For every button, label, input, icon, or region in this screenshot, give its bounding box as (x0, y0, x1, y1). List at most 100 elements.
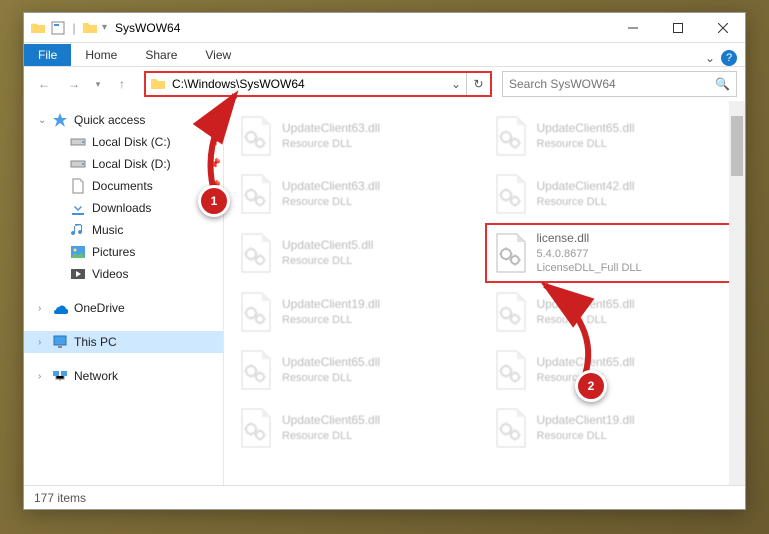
folder-icon (150, 76, 166, 92)
file-detail: Resource DLL (537, 137, 635, 151)
pin-icon: 📌 (209, 159, 221, 170)
sidebar-onedrive[interactable]: ›OneDrive (24, 297, 223, 319)
file-item[interactable]: UpdateClient63.dllResource DLL (230, 107, 485, 165)
maximize-button[interactable] (655, 13, 700, 43)
file-name: UpdateClient65.dll (537, 297, 635, 313)
refresh-button[interactable]: ↻ (466, 73, 490, 95)
file-item[interactable]: UpdateClient65.dllResource DLL (485, 341, 740, 399)
file-item[interactable]: UpdateClient19.dllResource DLL (230, 283, 485, 341)
help-icon[interactable]: ? (721, 50, 737, 66)
documents-icon (70, 178, 86, 194)
address-path[interactable]: C:\Windows\SysWOW64 (170, 77, 446, 91)
sidebar-this-pc[interactable]: ›This PC (24, 331, 223, 353)
file-item[interactable]: UpdateClient19.dllResource DLL (485, 399, 740, 457)
file-item[interactable]: UpdateClient65.dllResource DLL (485, 283, 740, 341)
qa-separator: | (70, 21, 78, 35)
expand-icon[interactable]: › (38, 303, 41, 314)
file-item[interactable]: license.dll5.4.0.8677LicenseDLL_Full DLL (485, 223, 740, 283)
drive-icon (70, 134, 86, 150)
file-detail: Resource DLL (282, 371, 380, 385)
onedrive-icon (52, 300, 68, 316)
ribbon-expand-icon[interactable]: ⌄ (705, 51, 715, 65)
nav-back-button[interactable]: ← (32, 72, 56, 96)
tab-view[interactable]: View (191, 44, 245, 66)
callout-2: 2 (575, 370, 607, 402)
file-name: UpdateClient65.dll (282, 355, 380, 371)
qa-dropdown-icon[interactable]: ▾ (102, 22, 107, 33)
sidebar-item-documents[interactable]: Documents📌 (24, 175, 223, 197)
file-detail: Resource DLL (282, 195, 380, 209)
file-item[interactable]: UpdateClient65.dllResource DLL (230, 399, 485, 457)
file-item[interactable]: UpdateClient5.dllResource DLL (230, 223, 485, 283)
file-info: UpdateClient5.dllResource DLL (282, 238, 373, 268)
search-box[interactable]: 🔍 (502, 71, 737, 97)
nav-recent-dropdown[interactable]: ▾ (92, 72, 104, 96)
folder-icon (30, 20, 46, 36)
new-folder-icon[interactable] (82, 20, 98, 36)
callout-1: 1 (198, 185, 230, 217)
file-list[interactable]: UpdateClient63.dllResource DLLUpdateClie… (224, 101, 745, 485)
address-bar[interactable]: C:\Windows\SysWOW64 ⌄ ↻ (144, 71, 492, 97)
pin-icon: 📌 (209, 137, 221, 148)
file-detail: Resource DLL (537, 195, 635, 209)
file-name: UpdateClient65.dll (282, 413, 380, 429)
file-info: UpdateClient65.dllResource DLL (282, 355, 380, 385)
file-detail: Resource DLL (282, 254, 373, 268)
file-item[interactable]: UpdateClient42.dllResource DLL (485, 165, 740, 223)
expand-icon[interactable]: › (38, 371, 41, 382)
properties-icon[interactable] (50, 20, 66, 36)
file-name: UpdateClient65.dll (537, 121, 635, 137)
file-info: UpdateClient63.dllResource DLL (282, 121, 380, 151)
ribbon-tabs: File Home Share View ⌄ ? (24, 43, 745, 67)
file-info: UpdateClient65.dllResource DLL (282, 413, 380, 443)
sidebar-item-downloads[interactable]: Downloads📌 (24, 197, 223, 219)
file-item[interactable]: UpdateClient65.dllResource DLL (485, 107, 740, 165)
file-info: license.dll5.4.0.8677LicenseDLL_Full DLL (537, 231, 642, 275)
close-button[interactable] (700, 13, 745, 43)
scrollbar[interactable] (729, 101, 745, 485)
file-detail: LicenseDLL_Full DLL (537, 261, 642, 275)
file-info: UpdateClient19.dllResource DLL (282, 297, 380, 327)
file-detail: Resource DLL (282, 429, 380, 443)
sidebar-item-pictures[interactable]: Pictures (24, 241, 223, 263)
file-item[interactable]: UpdateClient65.dllResource DLL (230, 341, 485, 399)
file-info: UpdateClient63.dllResource DLL (282, 179, 380, 209)
sidebar-network[interactable]: ›Network (24, 365, 223, 387)
sidebar-item-local-d[interactable]: Local Disk (D:)📌 (24, 153, 223, 175)
sidebar-item-music[interactable]: Music (24, 219, 223, 241)
minimize-button[interactable] (610, 13, 655, 43)
sidebar-quick-access[interactable]: ⌄Quick access (24, 109, 223, 131)
file-name: license.dll (537, 231, 642, 247)
titlebar: | ▾ SysWOW64 (24, 13, 745, 43)
tab-file[interactable]: File (24, 44, 71, 66)
nav-up-button[interactable]: ↑ (110, 72, 134, 96)
nav-pane: ⌄Quick access Local Disk (C:)📌 Local Dis… (24, 101, 224, 485)
explorer-window: | ▾ SysWOW64 File Home Share View ⌄ ? ← … (23, 12, 746, 510)
expand-icon[interactable]: › (38, 337, 41, 348)
file-item[interactable]: UpdateClient63.dllResource DLL (230, 165, 485, 223)
tab-share[interactable]: Share (131, 44, 191, 66)
window-controls (610, 13, 745, 43)
pictures-icon (70, 244, 86, 260)
nav-forward-button[interactable]: → (62, 72, 86, 96)
window-title: SysWOW64 (115, 21, 180, 35)
file-name: UpdateClient19.dll (282, 297, 380, 313)
quick-access-toolbar: | ▾ (30, 20, 107, 36)
file-name: UpdateClient42.dll (537, 179, 635, 195)
scroll-thumb[interactable] (731, 116, 743, 176)
file-info: UpdateClient65.dllResource DLL (537, 121, 635, 151)
sidebar-item-local-c[interactable]: Local Disk (C:)📌 (24, 131, 223, 153)
search-icon[interactable]: 🔍 (715, 77, 730, 91)
sidebar-item-videos[interactable]: Videos (24, 263, 223, 285)
drive-icon (70, 156, 86, 172)
file-name: UpdateClient5.dll (282, 238, 373, 254)
file-info: UpdateClient19.dllResource DLL (537, 413, 635, 443)
this-pc-icon (52, 334, 68, 350)
statusbar: 177 items (24, 485, 745, 509)
file-name: UpdateClient19.dll (537, 413, 635, 429)
tab-home[interactable]: Home (71, 44, 131, 66)
expand-icon[interactable]: ⌄ (38, 115, 46, 126)
file-name: UpdateClient63.dll (282, 121, 380, 137)
search-input[interactable] (509, 77, 715, 91)
address-dropdown-icon[interactable]: ⌄ (446, 77, 466, 91)
